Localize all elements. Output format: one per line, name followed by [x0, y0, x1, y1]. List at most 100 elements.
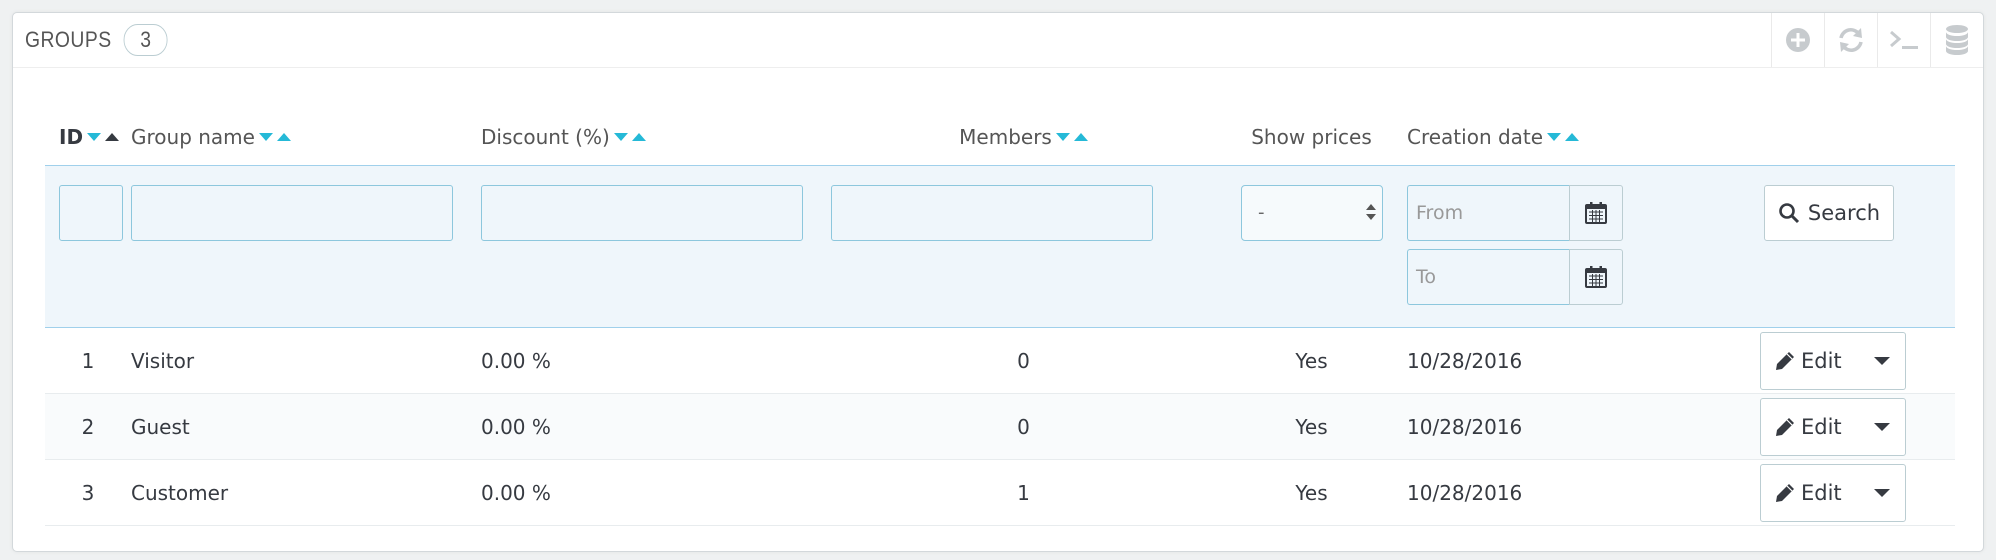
table-row[interactable]: 1 Visitor 0.00 % 0 Yes 10/28/2016 Edit: [45, 327, 1955, 394]
date-to-input[interactable]: To: [1407, 249, 1569, 305]
show-sql-button[interactable]: [1877, 13, 1930, 67]
caret-down-icon: [1874, 488, 1890, 497]
row-actions-dropdown-toggle[interactable]: [1859, 333, 1905, 389]
table-row[interactable]: 2 Guest 0.00 % 0 Yes 10/28/2016 Edit: [45, 393, 1955, 460]
date-from-input[interactable]: From: [1407, 185, 1569, 241]
cell-discount: 0.00 %: [481, 393, 831, 460]
filter-cell-members: [831, 165, 1216, 328]
groups-panel: GROUPS 3 ID Group name Discount (%) Memb…: [12, 12, 1984, 552]
sort-desc-icon[interactable]: [1547, 132, 1562, 141]
date-to-group: To: [1407, 249, 1757, 305]
cell-actions: Edit: [1757, 459, 1955, 526]
search-icon: [1779, 203, 1799, 224]
edit-button[interactable]: Edit: [1761, 333, 1859, 389]
caret-down-icon: [1874, 422, 1890, 431]
row-actions-dropdown-toggle[interactable]: [1859, 465, 1905, 521]
search-button-label: Search: [1807, 201, 1881, 225]
sort-asc-icon[interactable]: [276, 132, 291, 141]
filter-cell-actions: Search: [1757, 165, 1955, 328]
refresh-button[interactable]: [1824, 13, 1877, 67]
sort-asc-icon[interactable]: [1565, 132, 1580, 141]
filter-id-input[interactable]: [59, 185, 123, 241]
sort-desc-icon[interactable]: [87, 132, 102, 141]
column-header-discount: Discount (%): [481, 109, 831, 166]
calendar-icon: [1585, 266, 1607, 288]
cell-creation-date: 10/28/2016: [1407, 393, 1757, 460]
date-from-calendar-button[interactable]: [1569, 185, 1623, 241]
edit-label: Edit: [1801, 480, 1842, 505]
filter-cell-group-name: [131, 165, 481, 328]
refresh-icon: [1839, 28, 1863, 52]
sort-asc-icon[interactable]: [1073, 132, 1088, 141]
sort-asc-icon[interactable]: [105, 132, 120, 141]
edit-label: Edit: [1801, 348, 1842, 373]
sort-desc-icon[interactable]: [258, 132, 273, 141]
cell-group-name: Guest: [131, 393, 481, 460]
calendar-icon: [1585, 202, 1607, 224]
filter-discount-input[interactable]: [481, 185, 803, 241]
row-action-group: Edit: [1760, 463, 1906, 522]
cell-discount: 0.00 %: [481, 459, 831, 526]
pencil-icon: [1776, 417, 1794, 436]
cell-members: 1: [831, 459, 1216, 526]
column-header-group-name: Group name: [131, 109, 481, 166]
column-id-label: ID: [59, 125, 84, 149]
cell-actions: Edit: [1757, 327, 1955, 394]
column-discount-label: Discount (%): [481, 125, 610, 149]
caret-down-icon: [1874, 356, 1890, 365]
search-button[interactable]: Search: [1764, 185, 1894, 241]
cell-discount: 0.00 %: [481, 327, 831, 394]
table-header-row: ID Group name Discount (%) Members Show …: [45, 109, 1955, 166]
row-actions-dropdown-toggle[interactable]: [1859, 399, 1905, 455]
select-arrows-icon: [1366, 204, 1376, 224]
panel-title-text: GROUPS: [25, 27, 112, 52]
filter-cell-discount: [481, 165, 831, 328]
filter-members-input[interactable]: [831, 185, 1153, 241]
date-from-group: From: [1407, 185, 1757, 241]
cell-id: 3: [45, 459, 131, 526]
cell-creation-date: 10/28/2016: [1407, 459, 1757, 526]
sort-desc-icon[interactable]: [1055, 132, 1070, 141]
table-row[interactable]: 3 Customer 0.00 % 1 Yes 10/28/2016 Edit: [45, 459, 1955, 526]
edit-label: Edit: [1801, 414, 1842, 439]
database-icon: [1946, 25, 1968, 55]
edit-button[interactable]: Edit: [1761, 465, 1859, 521]
panel-title: GROUPS 3: [25, 23, 168, 57]
row-action-group: Edit: [1760, 397, 1906, 456]
cell-id: 1: [45, 327, 131, 394]
cell-show-prices: Yes: [1216, 459, 1407, 526]
filter-show-prices-select[interactable]: -: [1241, 185, 1383, 241]
export-sql-button[interactable]: [1930, 13, 1983, 67]
cell-creation-date: 10/28/2016: [1407, 327, 1757, 394]
pencil-icon: [1776, 351, 1794, 370]
filter-cell-id: [45, 165, 131, 328]
cell-show-prices: Yes: [1216, 393, 1407, 460]
column-creation-date-label: Creation date: [1407, 125, 1544, 149]
count-badge: 3: [123, 24, 168, 56]
filter-row: - From To Search: [45, 165, 1955, 328]
add-new-button[interactable]: [1771, 13, 1824, 67]
filter-cell-creation-date: From To: [1407, 165, 1757, 328]
date-to-calendar-button[interactable]: [1569, 249, 1623, 305]
filter-group-name-input[interactable]: [131, 185, 453, 241]
column-header-show-prices: Show prices: [1216, 109, 1407, 166]
column-header-id: ID: [45, 109, 131, 166]
panel-heading: GROUPS 3: [13, 13, 1983, 68]
column-header-actions: [1757, 109, 1955, 166]
cell-actions: Edit: [1757, 393, 1955, 460]
row-action-group: Edit: [1760, 331, 1906, 390]
add-new-icon: [1786, 28, 1810, 52]
pencil-icon: [1776, 483, 1794, 502]
edit-button[interactable]: Edit: [1761, 399, 1859, 455]
column-header-members: Members: [831, 109, 1216, 166]
terminal-icon: [1890, 30, 1918, 49]
panel-toolbar: [1771, 13, 1983, 67]
select-value: -: [1258, 202, 1265, 223]
cell-show-prices: Yes: [1216, 327, 1407, 394]
column-members-label: Members: [959, 125, 1052, 149]
sort-desc-icon[interactable]: [613, 132, 628, 141]
cell-id: 2: [45, 393, 131, 460]
sort-asc-icon[interactable]: [631, 132, 646, 141]
column-show-prices-label: Show prices: [1251, 125, 1372, 149]
filter-cell-show-prices: -: [1216, 165, 1407, 328]
